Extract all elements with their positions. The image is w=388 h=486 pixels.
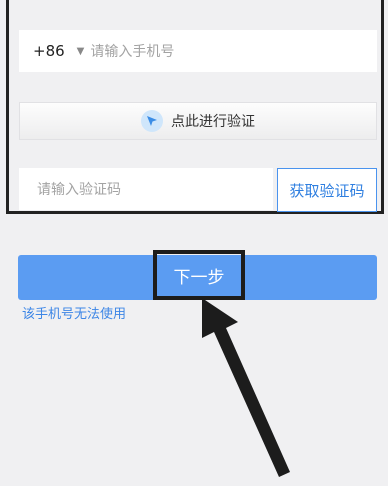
- annotation-arrow: [202, 298, 290, 477]
